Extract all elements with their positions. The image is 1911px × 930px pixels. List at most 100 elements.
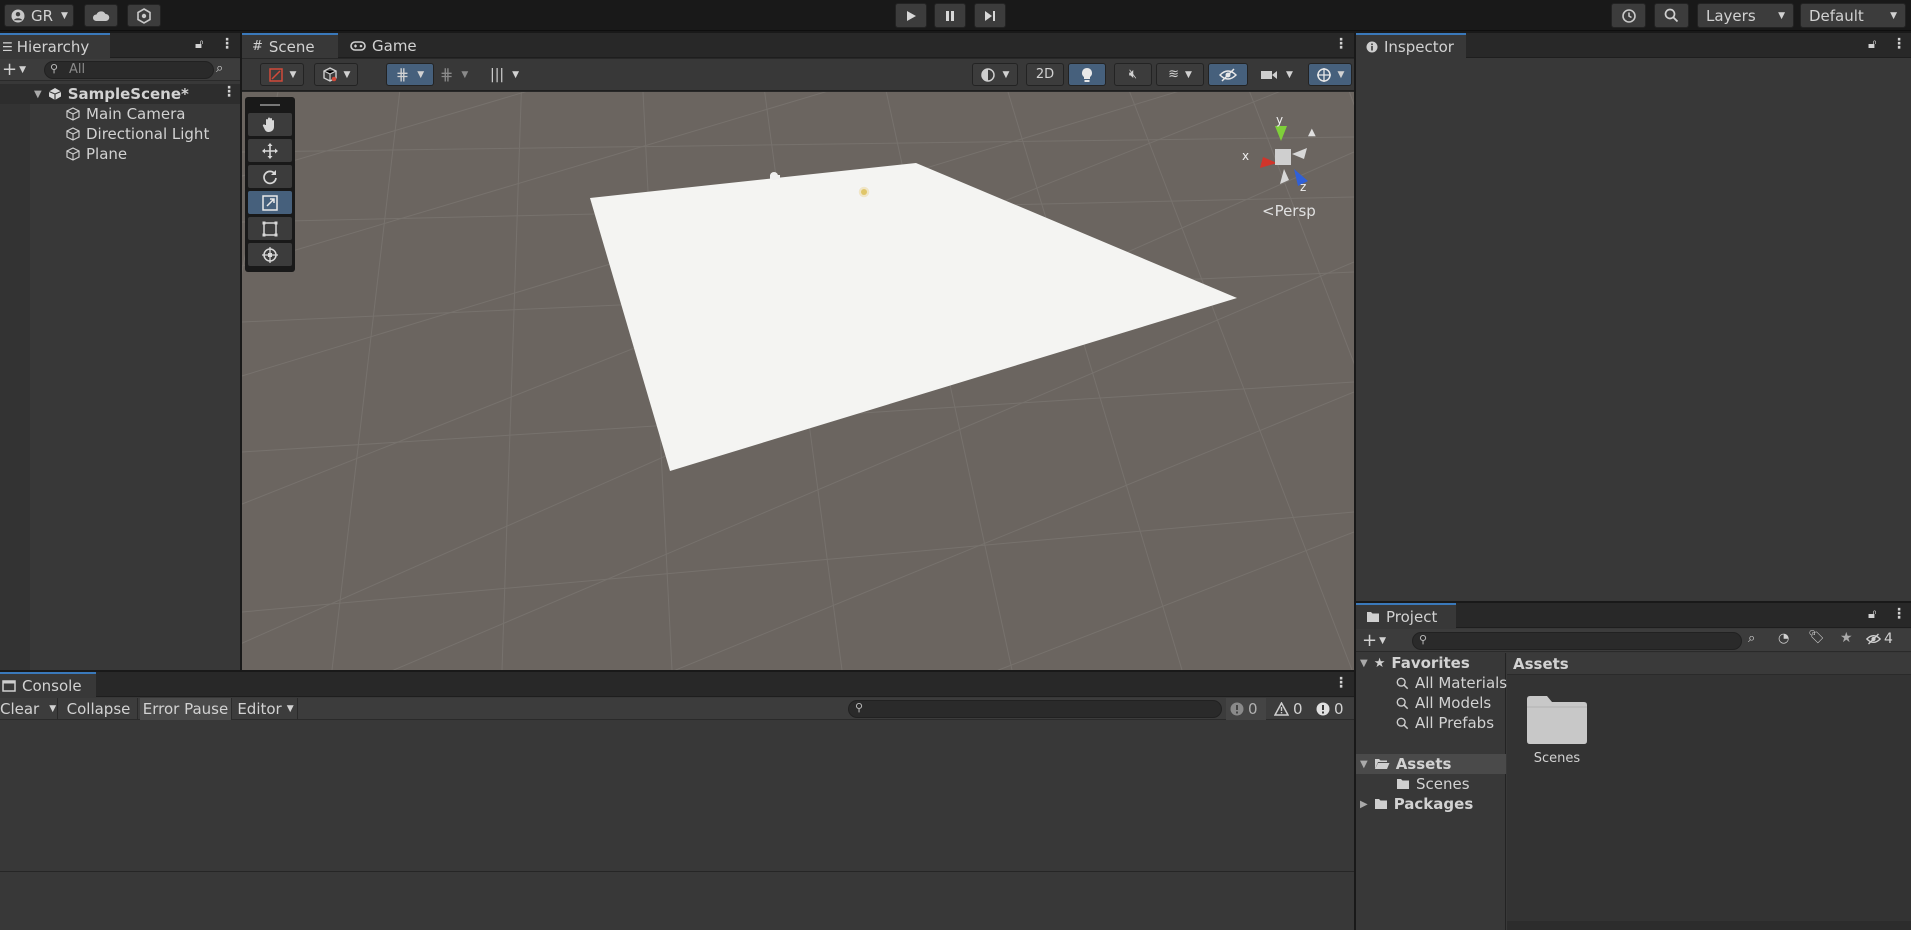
pause-button[interactable] — [934, 3, 966, 28]
directional-light-gizmo[interactable] — [857, 185, 871, 199]
hierarchy-search-input[interactable]: ⚲ All — [44, 61, 214, 79]
orientation-gizmo[interactable]: ▲ y x z <Persp — [1232, 113, 1342, 222]
favorites-row[interactable]: ▼ ★ Favorites — [1356, 653, 1506, 673]
scene-viewport[interactable]: ▲ y x z <Persp — [242, 92, 1354, 670]
rect-tool-button[interactable] — [248, 217, 292, 240]
lock-icon[interactable]: 🔓︎ — [1868, 37, 1876, 52]
search-filter-icon[interactable]: ⌕ — [1748, 631, 1755, 646]
collapse-toggle[interactable]: Collapse — [60, 698, 138, 720]
search-filter-icon[interactable]: ⌕ — [216, 61, 223, 76]
splitter-bottom[interactable] — [0, 670, 1354, 672]
error-pause-toggle[interactable]: Error Pause — [140, 698, 232, 720]
audio-toggle[interactable]: 🔇︎ — [1114, 63, 1152, 86]
splitter-left[interactable] — [240, 33, 242, 670]
render-mode-dropdown[interactable]: ▼ — [972, 63, 1018, 86]
splitter-inspector-project[interactable] — [1356, 601, 1911, 603]
tab-project[interactable]: Project — [1356, 603, 1456, 628]
kebab-menu-icon[interactable]: ⋮ — [1892, 36, 1906, 52]
scene-visibility-toggle[interactable] — [1208, 63, 1248, 86]
kebab-menu-icon[interactable]: ⋮ — [1892, 606, 1906, 622]
packages-row[interactable]: ▶ Packages — [1356, 794, 1506, 814]
move-tool-button[interactable] — [248, 139, 292, 162]
error-count-toggle[interactable]: 0 — [1312, 698, 1352, 720]
tab-game[interactable]: Game — [342, 33, 422, 58]
kebab-menu-icon[interactable]: ⋮ — [222, 84, 236, 100]
chevron-down-icon: ▼ — [461, 69, 469, 80]
effects-dropdown[interactable]: ≋ ▼ — [1156, 63, 1204, 86]
favorite-item[interactable]: All Prefabs — [1356, 713, 1506, 733]
lock-icon[interactable]: 🔓︎ — [195, 37, 203, 52]
project-search-input[interactable]: ⚲ — [1412, 632, 1742, 650]
camera-dropdown[interactable]: ▼ — [1254, 63, 1304, 86]
history-button[interactable] — [1611, 3, 1646, 28]
asset-grid-item[interactable]: Scenes — [1517, 683, 1597, 773]
lock-icon[interactable]: 🔓︎ — [1868, 607, 1876, 622]
info-icon — [1366, 41, 1378, 53]
favorite-item[interactable]: All Materials — [1356, 673, 1507, 693]
collab-button[interactable] — [127, 4, 161, 27]
search-button[interactable] — [1654, 3, 1689, 28]
warning-count: 0 — [1293, 700, 1303, 718]
scene-row[interactable]: ▼ SampleScene* ⋮ — [0, 84, 240, 104]
splitter-right[interactable] — [1354, 33, 1356, 930]
layout-dropdown[interactable]: Default ▼ — [1800, 3, 1906, 28]
editor-label: Editor — [237, 700, 282, 718]
snap-increment-dropdown[interactable]: ⋕ ▼ — [440, 63, 484, 86]
console-tabstrip: Console ⋮ — [0, 672, 1354, 697]
gizmos-dropdown[interactable]: ▼ — [1308, 63, 1352, 86]
play-button[interactable] — [895, 3, 927, 28]
scene-toolbar: ▼ ▼ ⋕ ▼ ⋕ ▼ ||| ▼ ▼ 2D 🔇︎ ≋ ▼ ▼ ▼ — [242, 59, 1354, 91]
grid-icon: # — [252, 39, 263, 54]
persp-label[interactable]: <Persp — [1262, 202, 1316, 220]
draw-mode-dropdown[interactable]: ▼ — [260, 63, 304, 86]
inspector-tabstrip: Inspector 🔓︎ ⋮ — [1356, 33, 1911, 58]
error-count: 0 — [1334, 700, 1344, 718]
rotate-tool-button[interactable] — [248, 165, 292, 188]
kebab-menu-icon[interactable]: ⋮ — [1334, 36, 1348, 52]
star-icon[interactable]: ★ — [1840, 630, 1853, 646]
step-button[interactable] — [974, 3, 1006, 28]
hidden-packages-toggle[interactable]: 4 — [1866, 631, 1893, 647]
breadcrumb-assets[interactable]: Assets — [1513, 655, 1569, 673]
warning-count-toggle[interactable]: 0 — [1270, 698, 1310, 720]
tab-inspector[interactable]: Inspector — [1356, 33, 1466, 58]
kebab-menu-icon[interactable]: ⋮ — [1334, 675, 1348, 691]
cloud-button[interactable] — [84, 4, 118, 27]
console-search-input[interactable]: ⚲ — [848, 700, 1222, 718]
create-dropdown[interactable]: + ▼ — [2, 60, 32, 80]
hierarchy-item[interactable]: Plane — [0, 144, 240, 164]
triangle-down-icon: ▼ — [1360, 758, 1368, 770]
hand-tool-button[interactable] — [248, 113, 292, 136]
kebab-menu-icon[interactable]: ⋮ — [220, 36, 234, 52]
tab-hierarchy[interactable]: ☰ Hierarchy — [0, 33, 110, 58]
grid-snapping-toggle[interactable]: ⋕ ▼ — [386, 63, 434, 86]
layers-dropdown[interactable]: Layers ▼ — [1697, 3, 1794, 28]
shading-dropdown[interactable]: ▼ — [314, 63, 358, 86]
hierarchy-item[interactable]: Main Camera — [0, 104, 240, 124]
toggle-2d-button[interactable]: 2D — [1026, 63, 1064, 86]
ruler-dropdown[interactable]: ||| ▼ — [490, 63, 538, 86]
tab-scene[interactable]: # Scene — [242, 33, 338, 58]
axis-x-cone — [1260, 157, 1277, 168]
hierarchy-tabstrip: ☰ Hierarchy 🔓︎ ⋮ — [0, 33, 240, 58]
lighting-toggle[interactable] — [1068, 63, 1106, 86]
assets-row[interactable]: ▼ Assets — [1356, 754, 1506, 774]
account-dropdown[interactable]: GR ▼ — [4, 4, 74, 27]
create-dropdown[interactable]: + ▼ — [1362, 631, 1396, 651]
favorite-item[interactable]: All Models — [1356, 693, 1506, 713]
console-log-list[interactable] — [0, 721, 1354, 871]
transform-tool-button[interactable] — [248, 243, 292, 266]
clear-dropdown[interactable]: Clear ▼ — [0, 698, 58, 720]
asset-folder-item[interactable]: Scenes — [1356, 774, 1506, 794]
pause-icon — [944, 10, 956, 22]
filter-by-type-icon[interactable]: ◔ — [1778, 631, 1789, 646]
tab-console[interactable]: Console — [0, 672, 96, 697]
editor-dropdown[interactable]: Editor ▼ — [234, 698, 298, 720]
log-count-toggle[interactable]: 0 — [1226, 698, 1266, 720]
snap-increment-icon: ⋕ — [440, 65, 454, 84]
filter-by-label-icon[interactable]: 🏷︎ — [1808, 630, 1825, 645]
palette-drag-handle[interactable] — [248, 100, 292, 110]
scale-tool-button[interactable] — [248, 191, 292, 214]
hierarchy-item[interactable]: Directional Light — [0, 124, 240, 144]
asset-size-slider-bar[interactable] — [1507, 921, 1911, 930]
